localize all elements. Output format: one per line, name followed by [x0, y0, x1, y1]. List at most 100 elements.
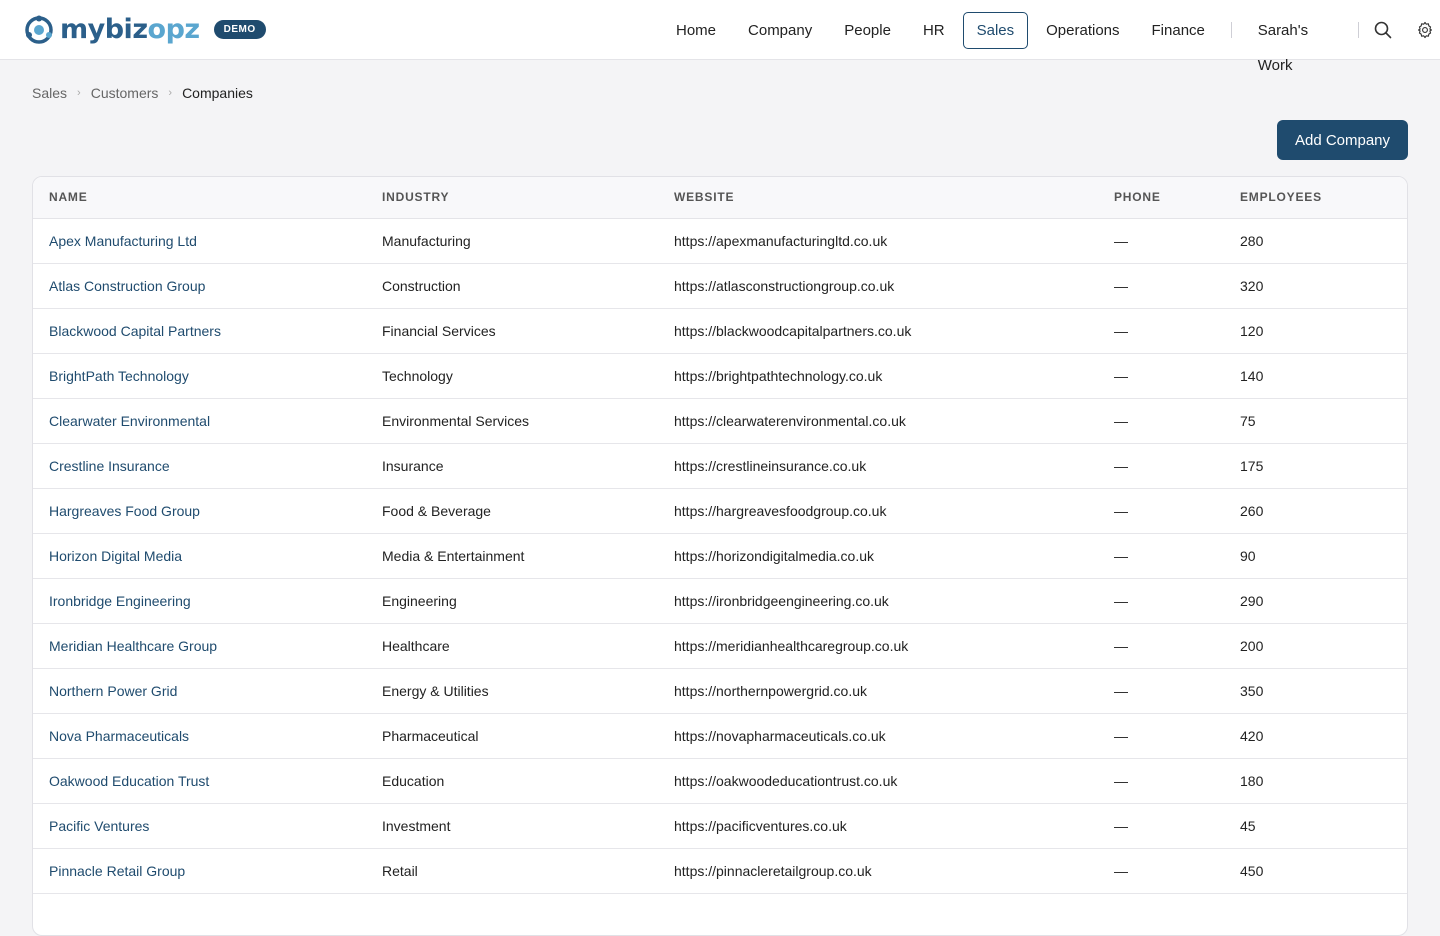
table-row[interactable]: Clearwater Environmental Environmental Se…: [33, 398, 1407, 444]
brand[interactable]: mybizopz DEMO: [24, 15, 266, 45]
breadcrumb: Sales › Customers › Companies: [32, 85, 253, 101]
cell-name[interactable]: BrightPath Technology: [33, 353, 382, 399]
cell-name[interactable]: Hargreaves Food Group: [33, 488, 382, 534]
cell-employees: 350: [1240, 668, 1407, 714]
cell-phone: —: [1114, 308, 1240, 354]
cell-name[interactable]: Pacific Ventures: [33, 803, 382, 849]
nav-divider: [1230, 22, 1232, 38]
column-header-phone[interactable]: PHONE: [1114, 177, 1240, 219]
gear-icon: [1418, 21, 1433, 39]
cell-employees: 75: [1240, 398, 1407, 444]
column-header-employees[interactable]: EMPLOYEES: [1240, 177, 1407, 219]
cell-phone: —: [1114, 668, 1240, 714]
cell-name[interactable]: Crestline Insurance: [33, 443, 382, 489]
cell-name[interactable]: Pinnacle Retail Group: [33, 848, 382, 894]
column-header-name[interactable]: NAME: [33, 177, 382, 219]
cell-phone: —: [1114, 218, 1240, 264]
cell-name[interactable]: Horizon Digital Media: [33, 533, 382, 579]
table-row[interactable]: Pacific Ventures Investment https://pacifi…: [33, 803, 1407, 849]
cell-industry: Construction: [382, 263, 674, 309]
cell-name[interactable]: Oakwood Education Trust: [33, 758, 382, 804]
table-row[interactable]: Nova Pharmaceuticals Pharmaceutical https:…: [33, 713, 1407, 759]
cell-industry: Retail: [382, 848, 674, 894]
cell-employees: 180: [1240, 758, 1407, 804]
table-body: Apex Manufacturing Ltd Manufacturing https…: [33, 218, 1407, 894]
cell-name[interactable]: Nova Pharmaceuticals: [33, 713, 382, 759]
cell-name[interactable]: Northern Power Grid: [33, 668, 382, 714]
cell-phone: —: [1114, 353, 1240, 399]
cell-phone: —: [1114, 803, 1240, 849]
cell-name[interactable]: Atlas Construction Group: [33, 263, 382, 309]
cell-employees: 175: [1240, 443, 1407, 489]
nav-divider: [1357, 22, 1359, 38]
cell-employees: 200: [1240, 623, 1407, 669]
cell-industry: Education: [382, 758, 674, 804]
settings-button[interactable]: [1410, 12, 1440, 48]
cell-website: https://pinnacleretailgroup.co.uk: [674, 848, 1114, 894]
nav-finance[interactable]: Finance: [1138, 12, 1219, 49]
nav-home[interactable]: Home: [662, 12, 730, 49]
cell-employees: 280: [1240, 218, 1407, 264]
cell-industry: Technology: [382, 353, 674, 399]
breadcrumb-customers[interactable]: Customers: [91, 85, 159, 101]
cell-website: https://brightpathtechnology.co.uk: [674, 353, 1114, 399]
demo-badge: DEMO: [213, 20, 266, 39]
table-row[interactable]: Apex Manufacturing Ltd Manufacturing https…: [33, 218, 1407, 264]
cell-employees: 120: [1240, 308, 1407, 354]
cell-website: https://oakwoodeducationtrust.co.uk: [674, 758, 1114, 804]
nav-people[interactable]: People: [830, 12, 905, 49]
cell-phone: —: [1114, 533, 1240, 579]
cell-phone: —: [1114, 758, 1240, 804]
breadcrumb-sales[interactable]: Sales: [32, 85, 67, 101]
cell-name[interactable]: Apex Manufacturing Ltd: [33, 218, 382, 264]
cell-industry: Investment: [382, 803, 674, 849]
nav-user-work[interactable]: Sarah's Work: [1244, 12, 1346, 74]
table-row[interactable]: Hargreaves Food Group Food & Beverage http…: [33, 488, 1407, 534]
table-row[interactable]: Horizon Digital Media Media & Entertainme…: [33, 533, 1407, 579]
table-row[interactable]: Ironbridge Engineering Engineering https:/…: [33, 578, 1407, 624]
cell-website: https://clearwaterenvironmental.co.uk: [674, 398, 1114, 444]
cell-website: https://ironbridgeengineering.co.uk: [674, 578, 1114, 624]
cell-name[interactable]: Clearwater Environmental: [33, 398, 382, 444]
cell-website: https://atlasconstructiongroup.co.uk: [674, 263, 1114, 309]
nav-operations[interactable]: Operations: [1032, 12, 1133, 49]
cell-industry: Energy & Utilities: [382, 668, 674, 714]
table-row[interactable]: Crestline Insurance Insurance https://cres…: [33, 443, 1407, 489]
cell-name[interactable]: Ironbridge Engineering: [33, 578, 382, 624]
table-row[interactable]: Oakwood Education Trust Education https://…: [33, 758, 1407, 804]
cell-industry: Healthcare: [382, 623, 674, 669]
search-button[interactable]: [1368, 12, 1398, 48]
cell-website: https://meridianhealthcaregroup.co.uk: [674, 623, 1114, 669]
nav-company[interactable]: Company: [734, 12, 826, 49]
cell-industry: Engineering: [382, 578, 674, 624]
top-bar: mybizopz DEMO Home Company People HR Sal…: [0, 0, 1440, 74]
cell-phone: —: [1114, 398, 1240, 444]
cell-name[interactable]: Blackwood Capital Partners: [33, 308, 382, 354]
cell-website: https://hargreavesfoodgroup.co.uk: [674, 488, 1114, 534]
add-company-button[interactable]: Add Company: [1277, 120, 1408, 160]
cell-employees: 290: [1240, 578, 1407, 624]
breadcrumb-companies: Companies: [182, 85, 253, 101]
nav-hr[interactable]: HR: [909, 12, 959, 49]
cell-name[interactable]: Meridian Healthcare Group: [33, 623, 382, 669]
cell-industry: Food & Beverage: [382, 488, 674, 534]
cell-employees: 45: [1240, 803, 1407, 849]
cell-employees: 450: [1240, 848, 1407, 894]
column-header-website[interactable]: WEBSITE: [674, 177, 1114, 219]
cell-website: https://crestlineinsurance.co.uk: [674, 443, 1114, 489]
table-row[interactable]: Blackwood Capital Partners Financial Serv…: [33, 308, 1407, 354]
table-row[interactable]: Pinnacle Retail Group Retail https://pinna…: [33, 848, 1407, 894]
table-row[interactable]: Meridian Healthcare Group Healthcare https…: [33, 623, 1407, 669]
table-row[interactable]: Northern Power Grid Energy & Utilities htt…: [33, 668, 1407, 714]
chevron-right-icon: ›: [168, 87, 173, 99]
column-header-industry[interactable]: INDUSTRY: [382, 177, 674, 219]
cell-phone: —: [1114, 263, 1240, 309]
companies-table: NAME INDUSTRY WEBSITE PHONE EMPLOYEES Ap…: [32, 176, 1408, 936]
table-row[interactable]: Atlas Construction Group Construction http…: [33, 263, 1407, 309]
cell-phone: —: [1114, 623, 1240, 669]
cell-industry: Environmental Services: [382, 398, 674, 444]
cell-website: https://northernpowergrid.co.uk: [674, 668, 1114, 714]
nav-sales[interactable]: Sales: [962, 11, 1029, 49]
table-row[interactable]: BrightPath Technology Technology https://b…: [33, 353, 1407, 399]
cell-website: https://pacificventures.co.uk: [674, 803, 1114, 849]
